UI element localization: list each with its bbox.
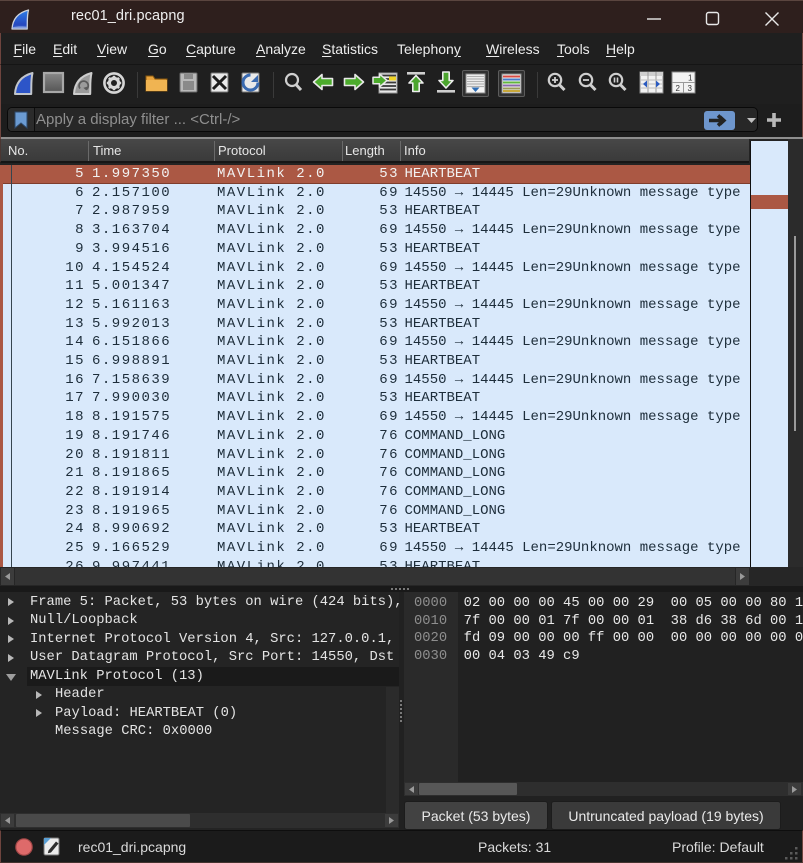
svg-text:3: 3 xyxy=(688,84,693,93)
svg-text:2: 2 xyxy=(676,84,681,93)
svg-text:1: 1 xyxy=(688,74,693,83)
